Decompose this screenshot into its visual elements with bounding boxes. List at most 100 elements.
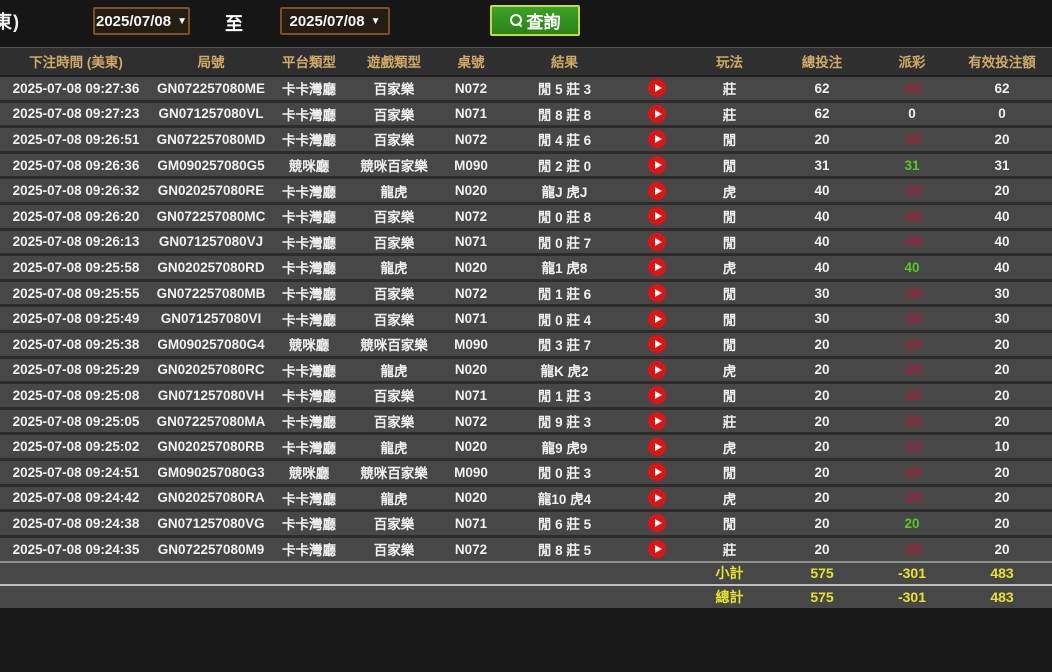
game-type-cell: 龍虎	[348, 357, 440, 385]
table-no-cell: N020	[440, 357, 502, 385]
platform-cell: 競咪廳	[270, 459, 348, 487]
video-cell	[627, 280, 687, 308]
play-video-button[interactable]	[648, 540, 666, 559]
bet-time-cell: 2025-07-08 09:26:51	[0, 126, 152, 154]
payout-cell: -30	[872, 305, 952, 333]
table-no-cell: N020	[440, 433, 502, 461]
bet-side-cell: 莊	[687, 101, 772, 129]
game-type-cell: 競咪百家樂	[348, 152, 440, 180]
payout-cell: -10	[872, 433, 952, 461]
valid-bet-cell: 20	[952, 408, 1052, 436]
game-type-cell: 龍虎	[348, 254, 440, 282]
table-row: 2025-07-08 09:25:55 GN072257080MB 卡卡灣廳 百…	[0, 280, 1052, 308]
result-cell: 閒 1 莊 6	[502, 280, 627, 308]
play-icon	[654, 161, 662, 170]
game-type-cell: 龍虎	[348, 177, 440, 205]
valid-bet-cell: 0	[952, 101, 1052, 129]
column-header: 桌號	[440, 47, 502, 77]
play-video-button[interactable]	[648, 386, 666, 405]
valid-bet-cell: 20	[952, 459, 1052, 487]
summary-label: 小計	[687, 560, 772, 585]
play-video-button[interactable]	[648, 207, 666, 226]
play-video-button[interactable]	[648, 514, 666, 533]
platform-cell: 卡卡灣廳	[270, 510, 348, 538]
video-cell	[627, 203, 687, 231]
total-bet-cell: 40	[772, 254, 872, 282]
play-video-button[interactable]	[648, 258, 666, 277]
bet-time-cell: 2025-07-08 09:26:32	[0, 177, 152, 205]
play-icon	[654, 365, 662, 374]
play-video-button[interactable]	[648, 463, 666, 482]
date-to-picker[interactable]: 2025/07/08 ▼	[280, 7, 390, 35]
play-icon	[654, 263, 662, 272]
column-header: 有效投注額	[952, 47, 1052, 77]
column-header: 玩法	[687, 47, 772, 77]
search-button-label: 查詢	[526, 13, 561, 32]
total-bet-cell: 30	[772, 280, 872, 308]
valid-bet-cell: 20	[952, 485, 1052, 513]
play-icon	[654, 519, 662, 528]
play-icon	[654, 314, 662, 323]
round-id-cell: GN071257080VJ	[152, 229, 270, 257]
bet-side-cell: 莊	[687, 75, 772, 103]
table-row: 2025-07-08 09:26:36 GM090257080G5 競咪廳 競咪…	[0, 152, 1052, 180]
play-video-button[interactable]	[648, 412, 666, 431]
play-video-button[interactable]	[648, 284, 666, 303]
play-video-button[interactable]	[648, 232, 666, 251]
table-no-cell: N072	[440, 203, 502, 231]
bet-side-cell: 莊	[687, 408, 772, 436]
table-row: 2025-07-08 09:26:32 GN020257080RE 卡卡灣廳 龍…	[0, 177, 1052, 205]
table-row: 2025-07-08 09:25:49 GN071257080VI 卡卡灣廳 百…	[0, 305, 1052, 333]
play-video-button[interactable]	[648, 104, 666, 123]
play-video-button[interactable]	[648, 360, 666, 379]
play-video-button[interactable]	[648, 309, 666, 328]
play-video-button[interactable]	[648, 488, 666, 507]
video-cell	[627, 254, 687, 282]
play-video-button[interactable]	[648, 335, 666, 354]
round-id-cell: GM090257080G5	[152, 152, 270, 180]
platform-cell: 卡卡灣廳	[270, 382, 348, 410]
bet-side-cell: 閒	[687, 280, 772, 308]
bet-time-cell: 2025-07-08 09:25:49	[0, 305, 152, 333]
valid-bet-cell: 20	[952, 177, 1052, 205]
play-video-button[interactable]	[648, 181, 666, 200]
chevron-down-icon: ▼	[370, 15, 381, 27]
play-video-button[interactable]	[648, 130, 666, 149]
column-header: 結果	[502, 47, 627, 77]
payout-cell: -40	[872, 229, 952, 257]
round-id-cell: GN071257080VI	[152, 305, 270, 333]
total-bet-cell: 62	[772, 75, 872, 103]
play-icon	[654, 417, 662, 426]
payout-cell: -20	[872, 357, 952, 385]
result-cell: 閒 9 莊 3	[502, 408, 627, 436]
game-type-cell: 百家樂	[348, 382, 440, 410]
bet-time-cell: 2025-07-08 09:25:29	[0, 357, 152, 385]
play-video-button[interactable]	[648, 79, 666, 98]
search-button[interactable]: 查詢	[490, 5, 580, 36]
valid-bet-cell: 40	[952, 254, 1052, 282]
result-cell: 龍10 虎4	[502, 485, 627, 513]
game-type-cell: 百家樂	[348, 280, 440, 308]
play-video-button[interactable]	[648, 156, 666, 175]
bet-time-cell: 2025-07-08 09:26:13	[0, 229, 152, 257]
valid-bet-cell: 30	[952, 305, 1052, 333]
result-cell: 閒 0 莊 3	[502, 459, 627, 487]
bet-time-cell: 2025-07-08 09:24:51	[0, 459, 152, 487]
result-cell: 龍J 虎J	[502, 177, 627, 205]
summary-payout: -301	[872, 560, 952, 585]
date-from-picker[interactable]: 2025/07/08 ▼	[93, 7, 190, 35]
payout-cell: -30	[872, 280, 952, 308]
table-no-cell: N071	[440, 101, 502, 129]
bet-records-table: 下注時間 (美東) 局號 平台類型 遊戲類型 桌號 結果 玩法 總投注 派彩 有效投注額 2025…	[0, 47, 1052, 608]
video-cell	[627, 485, 687, 513]
total-bet-cell: 20	[772, 459, 872, 487]
play-video-button[interactable]	[648, 437, 666, 456]
valid-bet-cell: 20	[952, 126, 1052, 154]
play-icon	[654, 468, 662, 477]
table-no-cell: N071	[440, 510, 502, 538]
total-bet-cell: 20	[772, 408, 872, 436]
payout-cell: -20	[872, 485, 952, 513]
play-icon	[654, 237, 662, 246]
valid-bet-cell: 31	[952, 152, 1052, 180]
platform-cell: 卡卡灣廳	[270, 357, 348, 385]
